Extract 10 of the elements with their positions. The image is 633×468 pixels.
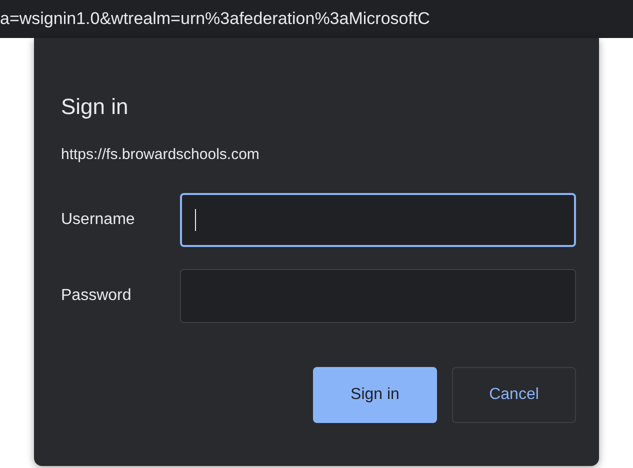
site-origin: https://fs.browardschools.com <box>61 146 260 163</box>
field-label: Password <box>61 287 132 305</box>
text-cursor <box>195 209 196 231</box>
dialog-button[interactable]: Sign in <box>313 367 437 423</box>
dialog-button[interactable]: Cancel <box>452 367 576 423</box>
field-label: Username <box>61 211 136 229</box>
input-field[interactable] <box>180 193 576 247</box>
dialog-title: Sign in <box>61 94 130 120</box>
url-text[interactable]: a=wsignin1.0&wtrealm=urn%3afederation%3aMicrosoftC <box>0 9 430 29</box>
input-field[interactable] <box>180 269 576 323</box>
